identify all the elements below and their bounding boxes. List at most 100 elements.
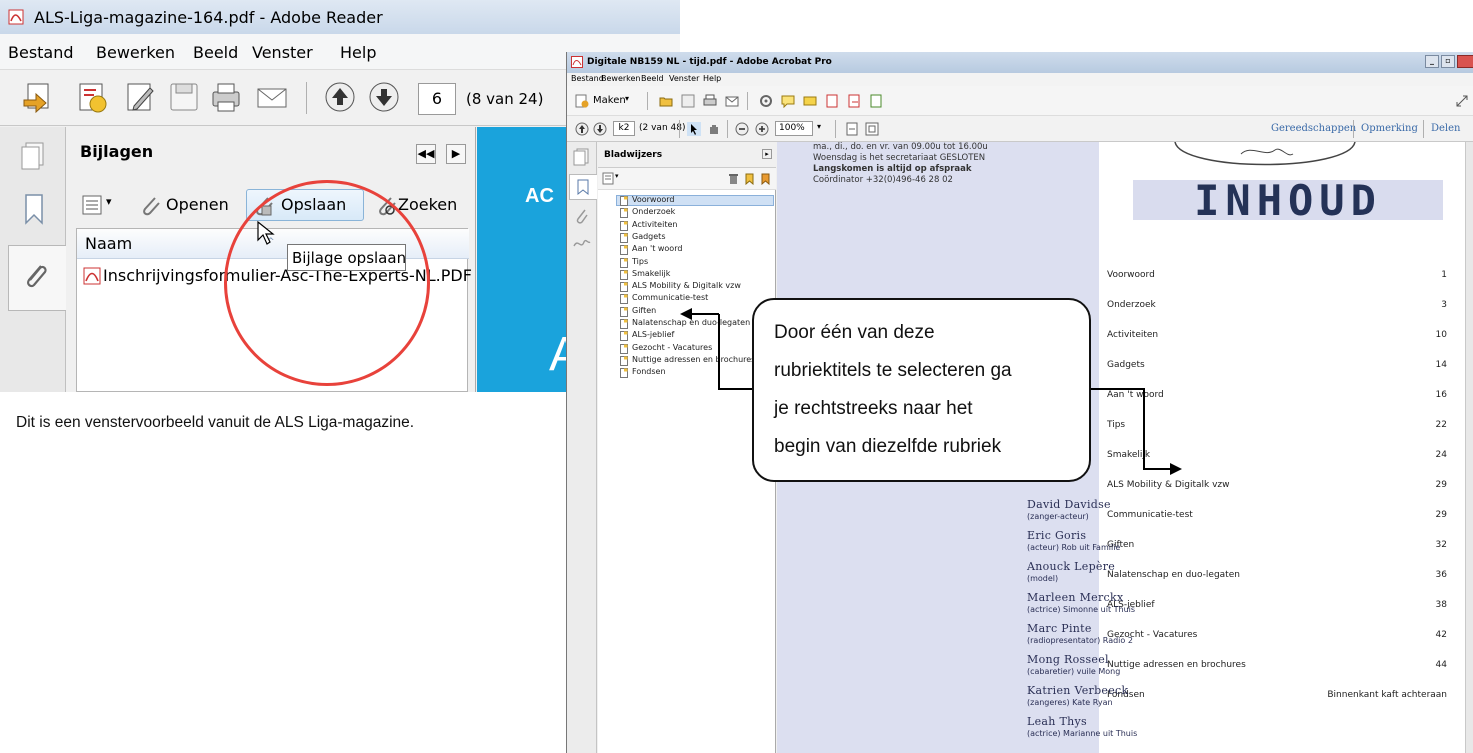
save-icon[interactable] (168, 80, 200, 114)
bookmark-options-dropdown-icon[interactable]: ▾ (615, 172, 619, 180)
callout-line: begin van diezelfde rubriek (774, 436, 1002, 457)
attachments-tab[interactable] (8, 245, 66, 311)
toc-page: 16 (1435, 390, 1447, 400)
tab-share[interactable]: Delen (1431, 123, 1461, 134)
open-attachment-button[interactable]: Openen (166, 195, 229, 214)
menu-bewerken[interactable]: Bewerken (601, 74, 641, 83)
print-icon[interactable] (703, 94, 717, 108)
menu-venster[interactable]: Venster (252, 43, 313, 62)
bookmark-item-icon (620, 208, 628, 219)
expand-bookmark-icon[interactable] (760, 173, 771, 185)
close-button[interactable] (1457, 55, 1473, 68)
collapse-left-icon[interactable]: ◀◀ (416, 144, 436, 164)
person-name: Marc Pinte (1027, 622, 1092, 635)
prev-page-icon[interactable] (324, 80, 356, 114)
next-page-icon[interactable] (593, 122, 607, 136)
bookmark-icon (577, 179, 589, 195)
paperclip-icon[interactable] (575, 208, 589, 226)
bookmark-item-icon (620, 319, 628, 329)
person-role: (radiopresentator) Radio 2 (1027, 636, 1133, 645)
reader-titlebar: ALS-Liga-magazine-164.pdf - Adobe Reader (0, 0, 680, 34)
options-dropdown-icon[interactable]: ▾ (106, 195, 112, 208)
next-page-icon[interactable] (368, 80, 400, 114)
export-icon[interactable] (847, 94, 861, 108)
save-icon[interactable] (681, 94, 695, 108)
toc-page: 22 (1435, 420, 1447, 430)
toc-label: Voorwoord (1107, 270, 1155, 280)
toc-entry: Activiteiten 10 (1107, 330, 1447, 340)
minimize-button[interactable]: _ (1425, 55, 1439, 68)
person-role: (cabaretier) vuile Mong (1027, 667, 1121, 676)
toc-entry: Onderzoek 3 (1107, 300, 1447, 310)
bookmark-options-icon[interactable] (602, 172, 616, 185)
email-icon[interactable] (256, 80, 288, 114)
acrobat-toolbar: Maken ▾ (567, 86, 1473, 116)
page-number-input[interactable]: k2 (613, 121, 635, 136)
pages-icon[interactable] (20, 141, 46, 171)
vertical-scrollbar[interactable] (1465, 142, 1473, 753)
signature-icon[interactable] (573, 236, 591, 250)
menu-beeld[interactable]: Beeld (193, 43, 238, 62)
settings-icon[interactable] (759, 94, 773, 108)
address-block: ma., di., do. en vr. van 09.00u tot 16.0… (813, 142, 1053, 186)
prev-page-icon[interactable] (575, 122, 589, 136)
toc-page: 44 (1435, 660, 1447, 670)
open-icon[interactable] (659, 94, 673, 108)
menu-beeld[interactable]: Beeld (641, 74, 664, 83)
select-tool-icon[interactable] (687, 122, 701, 136)
expand-icon[interactable] (1455, 94, 1469, 108)
bookmark-label: Onderzoek (632, 207, 676, 217)
zoom-input[interactable]: 100% (775, 121, 813, 136)
edit-icon[interactable] (124, 80, 156, 114)
toc-entry: Gezocht - Vacatures 42 (1107, 630, 1447, 640)
preview-text-top: AC (525, 185, 554, 207)
highlight-icon[interactable] (803, 94, 817, 108)
sign-icon[interactable] (869, 94, 883, 108)
expand-right-icon[interactable]: ▶ (446, 144, 466, 164)
acrobat-nav-toolbar: k2 (2 van 48) 100% ▾ Gereedschappen Opme… (567, 116, 1473, 142)
menu-help[interactable]: Help (703, 74, 721, 83)
bookmark-item-icon (620, 355, 628, 366)
zoom-in-icon[interactable] (755, 122, 769, 136)
acrobat-navigation-rail (567, 142, 597, 753)
bookmark-label: Aan 't woord (632, 244, 683, 254)
search-attachment-button[interactable]: Zoeken (398, 195, 457, 214)
create-menu[interactable]: Maken (593, 95, 626, 106)
delete-bookmark-icon[interactable] (728, 173, 739, 185)
toc-label: Onderzoek (1107, 300, 1156, 310)
email-icon[interactable] (725, 94, 739, 108)
options-icon[interactable] (82, 195, 102, 215)
fit-page-icon[interactable] (845, 122, 859, 136)
new-bookmark-icon[interactable] (744, 173, 755, 185)
pages-icon[interactable] (573, 148, 589, 166)
maximize-button[interactable]: ▫ (1441, 55, 1455, 68)
page-number-input[interactable]: 6 (418, 83, 456, 115)
hand-tool-icon[interactable] (707, 122, 721, 136)
menu-help[interactable]: Help (340, 43, 376, 62)
zoom-out-icon[interactable] (735, 122, 749, 136)
bookmarks-tab[interactable] (569, 174, 597, 200)
bookmark-icon[interactable] (24, 193, 44, 225)
bookmark-label: Gadgets (632, 231, 666, 241)
open-attachment-icon (143, 197, 160, 216)
bookmark-item-icon (620, 269, 628, 280)
zoom-dropdown-icon[interactable]: ▾ (817, 122, 821, 131)
toc-entry: Giften 32 (1107, 540, 1447, 550)
panel-options-icon[interactable]: ▸ (762, 149, 772, 159)
menu-bestand[interactable]: Bestand (571, 74, 604, 83)
convert-icon[interactable] (825, 94, 839, 108)
bookmark-item-icon (620, 343, 628, 354)
open-file-icon[interactable] (22, 80, 54, 114)
tab-comment[interactable]: Opmerking (1361, 123, 1418, 134)
tab-tools[interactable]: Gereedschappen (1271, 123, 1356, 134)
menu-bestand[interactable]: Bestand (8, 43, 74, 62)
menu-venster[interactable]: Venster (669, 74, 699, 83)
create-pdf-icon[interactable] (76, 80, 108, 114)
menu-bewerken[interactable]: Bewerken (96, 43, 175, 62)
create-dropdown-icon[interactable]: ▾ (625, 94, 629, 103)
decorative-illustration (1174, 142, 1356, 166)
callout-connector (1091, 388, 1145, 390)
print-icon[interactable] (210, 80, 242, 114)
fit-width-icon[interactable] (865, 122, 879, 136)
comment-icon[interactable] (781, 94, 795, 108)
